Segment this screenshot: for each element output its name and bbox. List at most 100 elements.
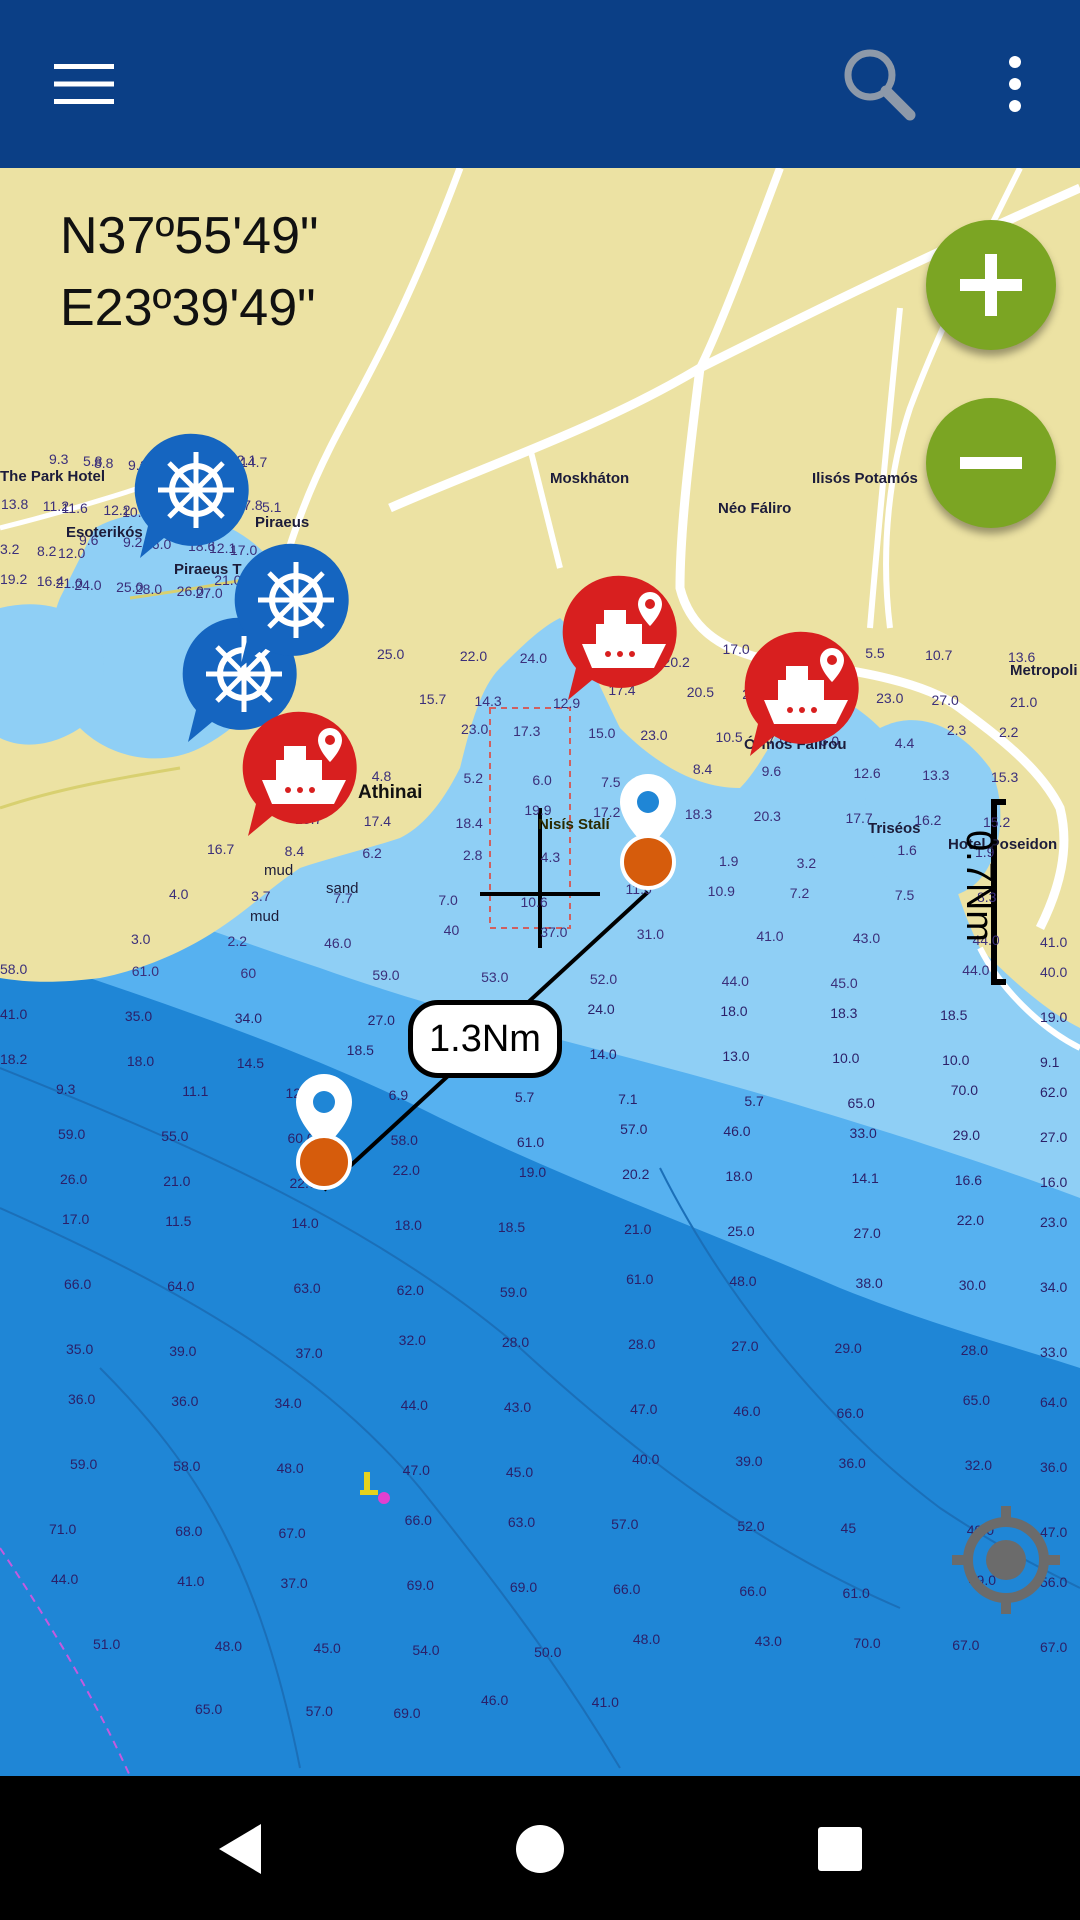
nav-home-button[interactable] [490, 1804, 590, 1894]
depth-sounding: 19.0 [1040, 1009, 1068, 1025]
depth-sounding: 60 [240, 965, 257, 981]
more-options-button[interactable] [980, 44, 1050, 124]
depth-sounding: 66.0 [404, 1512, 432, 1528]
depth-sounding: 16.7 [207, 841, 235, 857]
marina-marker[interactable] [234, 540, 358, 675]
depth-sounding: 23.0 [461, 721, 489, 737]
depth-sounding: 20.2 [622, 1166, 650, 1182]
depth-sounding: 63.0 [293, 1280, 321, 1296]
place-label: Moskháton [550, 470, 630, 487]
measure-start-pin[interactable] [292, 1072, 356, 1197]
depth-sounding: 11.5 [165, 1213, 192, 1229]
place-label: sand [326, 880, 359, 897]
zoom-out-button[interactable] [926, 398, 1056, 528]
depth-sounding: 14.1 [851, 1170, 879, 1186]
depth-sounding: 28.0 [501, 1334, 530, 1350]
depth-sounding: 18.0 [720, 1003, 748, 1019]
depth-sounding: 8.2 [37, 543, 57, 559]
depth-sounding: 61.0 [842, 1585, 870, 1601]
depth-sounding: 25.0 [727, 1223, 755, 1239]
depth-sounding: 16.6 [954, 1172, 983, 1188]
depth-sounding: 66.0 [64, 1276, 92, 1292]
depth-sounding: 13.8 [1, 496, 29, 512]
place-label: mud [250, 908, 280, 925]
depth-sounding: 32.0 [398, 1332, 426, 1348]
port-marker[interactable] [744, 628, 868, 763]
depth-sounding: 25.0 [377, 646, 405, 662]
depth-sounding: 4.3 [540, 849, 561, 865]
depth-sounding: 5.7 [744, 1093, 764, 1109]
map-pin-icon [620, 774, 676, 890]
depth-sounding: 24.0 [519, 650, 548, 666]
depth-sounding: 11.6 [61, 500, 88, 516]
depth-sounding: 41.0 [0, 1006, 28, 1022]
port-marker[interactable] [562, 572, 686, 707]
depth-sounding: 34.0 [1040, 1279, 1068, 1295]
depth-sounding: 10.5 [715, 729, 743, 745]
depth-sounding: 70.0 [853, 1635, 881, 1651]
nav-recents-button[interactable] [790, 1804, 890, 1894]
depth-sounding: 34.0 [234, 1010, 263, 1026]
latitude-text: N37º55'49" [60, 207, 319, 265]
depth-sounding: 27.0 [931, 692, 959, 708]
depth-sounding: 5.7 [514, 1089, 535, 1105]
depth-sounding: 66.0 [836, 1405, 864, 1421]
depth-sounding: 9.3 [49, 451, 69, 467]
depth-sounding: 59.0 [70, 1456, 98, 1472]
map-scale-label: 0.7Nm [958, 830, 1000, 942]
depth-sounding: 35.0 [124, 1008, 153, 1024]
depth-sounding: 45.0 [505, 1464, 534, 1480]
depth-sounding: 14.0 [589, 1046, 617, 1062]
depth-sounding: 68.0 [175, 1523, 203, 1539]
depth-sounding: 18.3 [830, 1005, 858, 1021]
depth-sounding: 18.0 [725, 1168, 753, 1184]
depth-sounding: 69.0 [406, 1577, 434, 1593]
depth-sounding: 33.0 [1040, 1344, 1068, 1360]
depth-sounding: 12.6 [853, 765, 881, 781]
my-location-button[interactable] [948, 1502, 1064, 1618]
depth-sounding: 1.9 [719, 853, 739, 869]
depth-sounding: 10.0 [832, 1050, 860, 1066]
depth-sounding: 19.2 [0, 571, 28, 587]
home-circle-icon [516, 1825, 564, 1873]
depth-sounding: 65.0 [962, 1392, 991, 1408]
search-button[interactable] [830, 40, 930, 130]
depth-sounding: 45 [840, 1520, 857, 1536]
zoom-in-button[interactable] [926, 220, 1056, 350]
depth-sounding: 3.7 [251, 888, 271, 904]
place-label: Nisís Stalí [538, 816, 610, 833]
depth-sounding: 9.1 [1040, 1054, 1060, 1070]
depth-sounding: 45.0 [830, 975, 858, 991]
map-pin-icon [296, 1074, 352, 1190]
depth-sounding: 9.6 [761, 763, 782, 779]
depth-sounding: 50.0 [534, 1644, 562, 1660]
depth-sounding: 15.3 [991, 769, 1019, 785]
menu-button[interactable] [40, 44, 128, 124]
nautical-chart-map[interactable]: The Park Hotel Esoterikós Piraeus Piraeu… [0, 168, 1080, 1776]
depth-sounding: 13.0 [722, 1048, 750, 1064]
depth-sounding: 18.5 [346, 1042, 374, 1058]
depth-sounding: 29.0 [952, 1127, 981, 1143]
depth-sounding: 67.0 [1040, 1639, 1068, 1655]
measure-end-pin[interactable] [616, 772, 680, 897]
depth-sounding: 61.0 [131, 963, 160, 979]
depth-sounding: 65.0 [847, 1095, 875, 1111]
depth-sounding: 18.2 [0, 1051, 28, 1067]
buoy-marker[interactable] [358, 1468, 394, 1513]
depth-sounding: 16.0 [1040, 1174, 1068, 1190]
depth-sounding: 47.0 [402, 1462, 430, 1478]
measured-distance-label: 1.3Nm [408, 1000, 562, 1078]
depth-sounding: 41.0 [591, 1694, 619, 1710]
depth-sounding: 41.0 [756, 928, 784, 944]
depth-sounding: 51.0 [93, 1636, 121, 1652]
nav-back-button[interactable] [190, 1804, 290, 1894]
depth-sounding: 26.0 [60, 1171, 88, 1187]
depth-sounding: 38.0 [855, 1275, 883, 1291]
more-vertical-icon [1009, 56, 1021, 112]
depth-sounding: 70.0 [950, 1082, 979, 1098]
port-marker[interactable] [242, 708, 366, 843]
depth-sounding: 14.5 [236, 1055, 265, 1071]
recents-square-icon [818, 1827, 862, 1871]
depth-sounding: 61.0 [626, 1271, 654, 1287]
depth-sounding: 66.0 [739, 1583, 767, 1599]
